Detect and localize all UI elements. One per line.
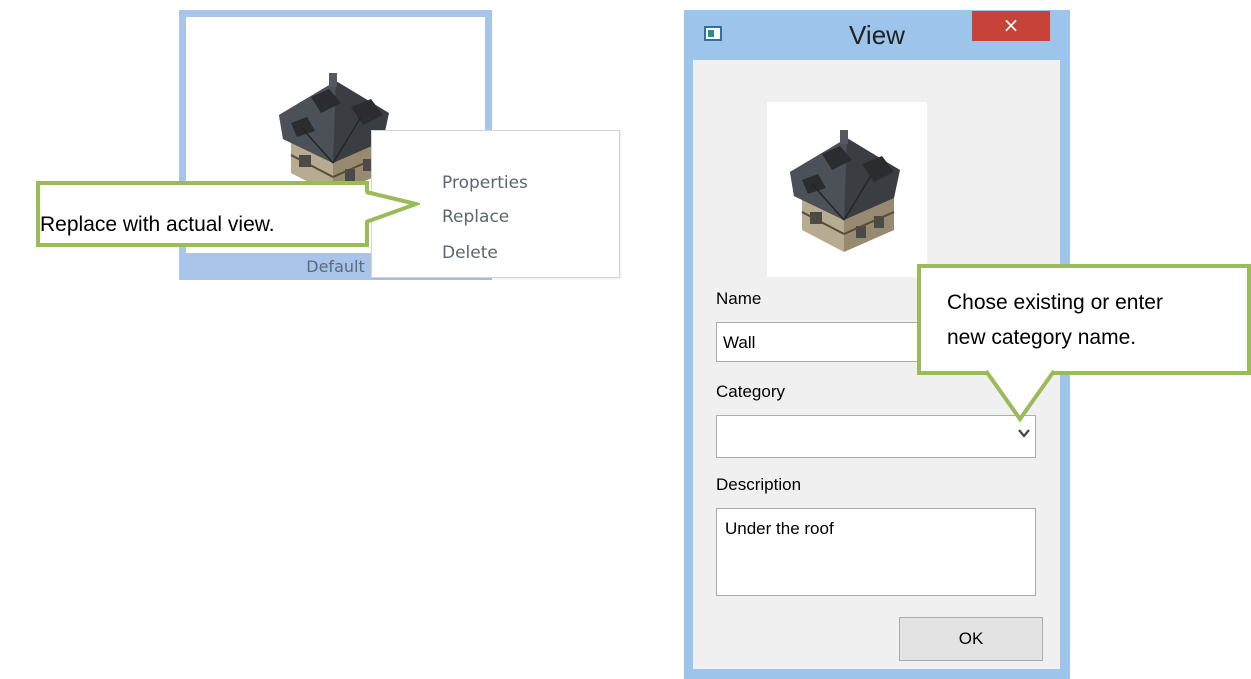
category-label: Category <box>716 382 785 401</box>
close-icon: × <box>1002 13 1020 37</box>
close-button[interactable]: × <box>972 11 1050 41</box>
replace-callout: Replace with actual view. <box>36 181 369 247</box>
category-callout-line1: Chose existing or enter <box>947 291 1163 314</box>
description-textarea[interactable]: Under the roof <box>716 508 1036 596</box>
name-input-value: Wall <box>723 333 756 352</box>
menu-item-properties[interactable]: Properties <box>442 173 528 193</box>
description-label: Description <box>716 475 802 494</box>
view-preview <box>767 102 927 277</box>
name-label: Name <box>716 289 762 308</box>
house-model-image <box>789 129 901 253</box>
category-callout-line2: new category name. <box>947 326 1137 349</box>
menu-item-replace-label: Replace <box>442 207 510 227</box>
replace-callout-text: Replace with actual view. <box>40 213 275 236</box>
replace-callout-pointer <box>364 190 420 224</box>
category-callout-pointer <box>984 369 1056 423</box>
category-callout: Chose existing or enter new category nam… <box>917 264 1251 375</box>
menu-item-replace[interactable]: Replace <box>442 194 509 227</box>
description-value: Under the roof <box>725 519 834 538</box>
menu-item-delete[interactable]: Delete <box>442 243 498 263</box>
ok-button[interactable]: OK <box>899 617 1043 661</box>
